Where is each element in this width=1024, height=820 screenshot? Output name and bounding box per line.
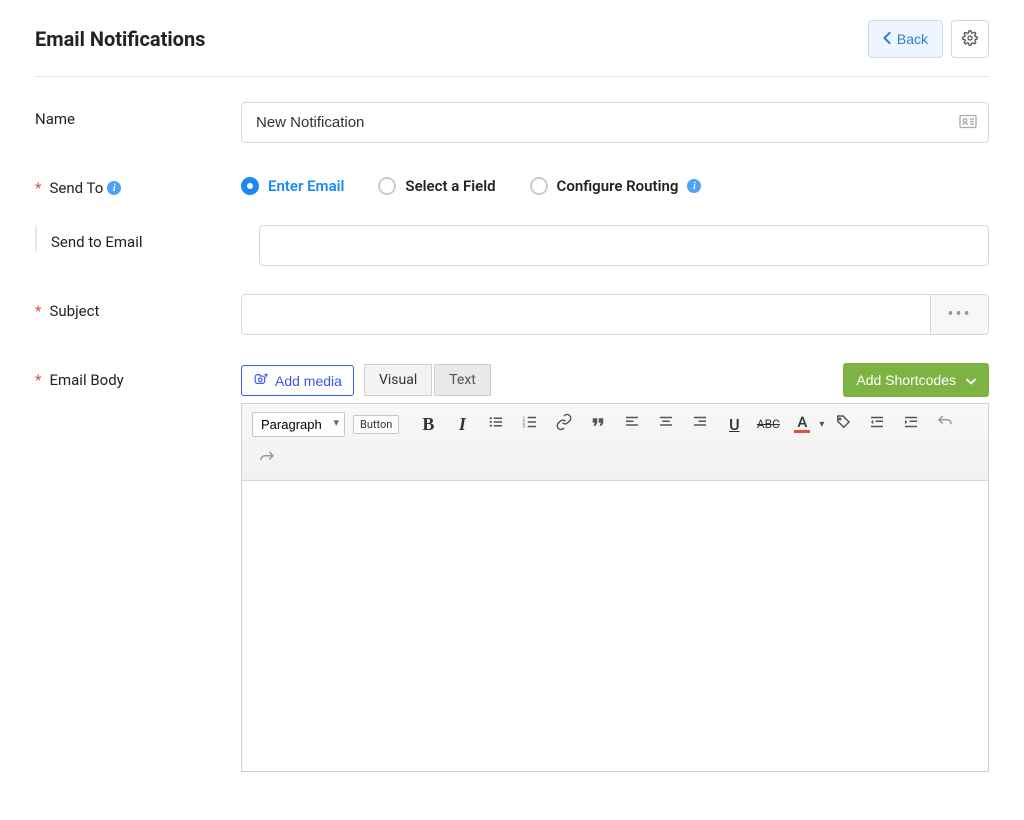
subject-label-text: Subject <box>49 302 99 320</box>
bullet-list-button[interactable] <box>481 410 511 438</box>
required-mark: * <box>35 302 41 320</box>
format-select[interactable]: Paragraph <box>252 412 345 437</box>
tag-button[interactable] <box>828 410 858 438</box>
name-label: Name <box>35 102 241 128</box>
gear-icon <box>962 30 978 49</box>
redo-icon <box>258 449 276 471</box>
rich-text-editor: Paragraph Button B I 123 <box>241 403 989 772</box>
chevron-down-icon: ▾ <box>819 419 824 430</box>
bold-button[interactable]: B <box>413 410 443 438</box>
radio-select-field-label: Select a Field <box>405 177 495 195</box>
settings-button[interactable] <box>951 20 989 58</box>
chevron-down-icon <box>966 372 976 388</box>
strikethrough-button[interactable]: ABC <box>753 410 783 438</box>
blockquote-button[interactable] <box>583 410 613 438</box>
subject-label: * Subject <box>35 294 241 320</box>
align-left-icon <box>623 413 641 435</box>
page-title: Email Notifications <box>35 27 205 51</box>
name-input[interactable] <box>241 102 989 143</box>
indent-button[interactable] <box>896 410 926 438</box>
align-right-icon <box>691 413 709 435</box>
radio-circle-icon <box>241 177 259 195</box>
chevron-left-icon <box>883 31 891 47</box>
align-center-button[interactable] <box>651 410 681 438</box>
text-color-letter: A <box>797 415 807 430</box>
email-body-label: * Email Body <box>35 363 241 389</box>
radio-enter-email-label: Enter Email <box>268 177 344 195</box>
list-numbered-icon: 123 <box>521 413 539 435</box>
undo-icon <box>936 413 954 435</box>
add-shortcodes-label: Add Shortcodes <box>856 372 956 388</box>
link-icon <box>555 413 573 435</box>
outdent-button[interactable] <box>862 410 892 438</box>
editor-content-area[interactable] <box>242 481 988 771</box>
outdent-icon <box>868 413 886 435</box>
back-button-label: Back <box>897 31 928 47</box>
radio-configure-routing[interactable]: Configure Routing i <box>530 177 702 195</box>
back-button[interactable]: Back <box>868 20 943 58</box>
info-icon: i <box>687 179 701 193</box>
radio-enter-email[interactable]: Enter Email <box>241 177 344 195</box>
add-shortcodes-button[interactable]: Add Shortcodes <box>843 363 989 397</box>
add-media-label: Add media <box>275 373 342 389</box>
align-left-button[interactable] <box>617 410 647 438</box>
send-to-label-text: Send To <box>49 179 103 197</box>
indent-icon <box>902 413 920 435</box>
align-center-icon <box>657 413 675 435</box>
tab-visual[interactable]: Visual <box>364 364 432 396</box>
subject-input[interactable] <box>242 295 930 334</box>
editor-toolbar: Paragraph Button B I 123 <box>242 404 988 481</box>
header-actions: Back <box>868 20 989 58</box>
button-style-button[interactable]: Button <box>353 415 399 434</box>
required-mark: * <box>35 179 41 197</box>
tab-text[interactable]: Text <box>434 364 491 396</box>
required-mark: * <box>35 371 41 389</box>
link-button[interactable] <box>549 410 579 438</box>
color-bar <box>794 430 810 433</box>
subject-more-button[interactable]: ••• <box>930 295 988 334</box>
radio-circle-icon <box>378 177 396 195</box>
media-icon <box>253 372 269 389</box>
svg-text:3: 3 <box>523 423 526 429</box>
undo-button[interactable] <box>930 410 960 438</box>
radio-select-field[interactable]: Select a Field <box>378 177 495 195</box>
send-to-email-input[interactable] <box>259 225 989 266</box>
numbered-list-button[interactable]: 123 <box>515 410 545 438</box>
underline-button[interactable]: U <box>719 410 749 438</box>
italic-button[interactable]: I <box>447 410 477 438</box>
tag-icon <box>834 413 852 435</box>
text-color-button[interactable]: A <box>787 410 817 438</box>
add-media-button[interactable]: Add media <box>241 365 354 396</box>
radio-configure-routing-label: Configure Routing <box>557 177 679 195</box>
info-icon: i <box>107 181 121 195</box>
ellipsis-icon: ••• <box>947 304 971 325</box>
redo-button[interactable] <box>252 446 282 474</box>
align-right-button[interactable] <box>685 410 715 438</box>
id-card-icon <box>959 113 977 132</box>
email-body-label-text: Email Body <box>49 371 123 389</box>
quote-icon <box>589 413 607 435</box>
send-to-email-label: Send to Email <box>35 225 241 251</box>
list-bullet-icon <box>487 413 505 435</box>
radio-circle-icon <box>530 177 548 195</box>
send-to-label: * Send To i <box>35 171 241 197</box>
